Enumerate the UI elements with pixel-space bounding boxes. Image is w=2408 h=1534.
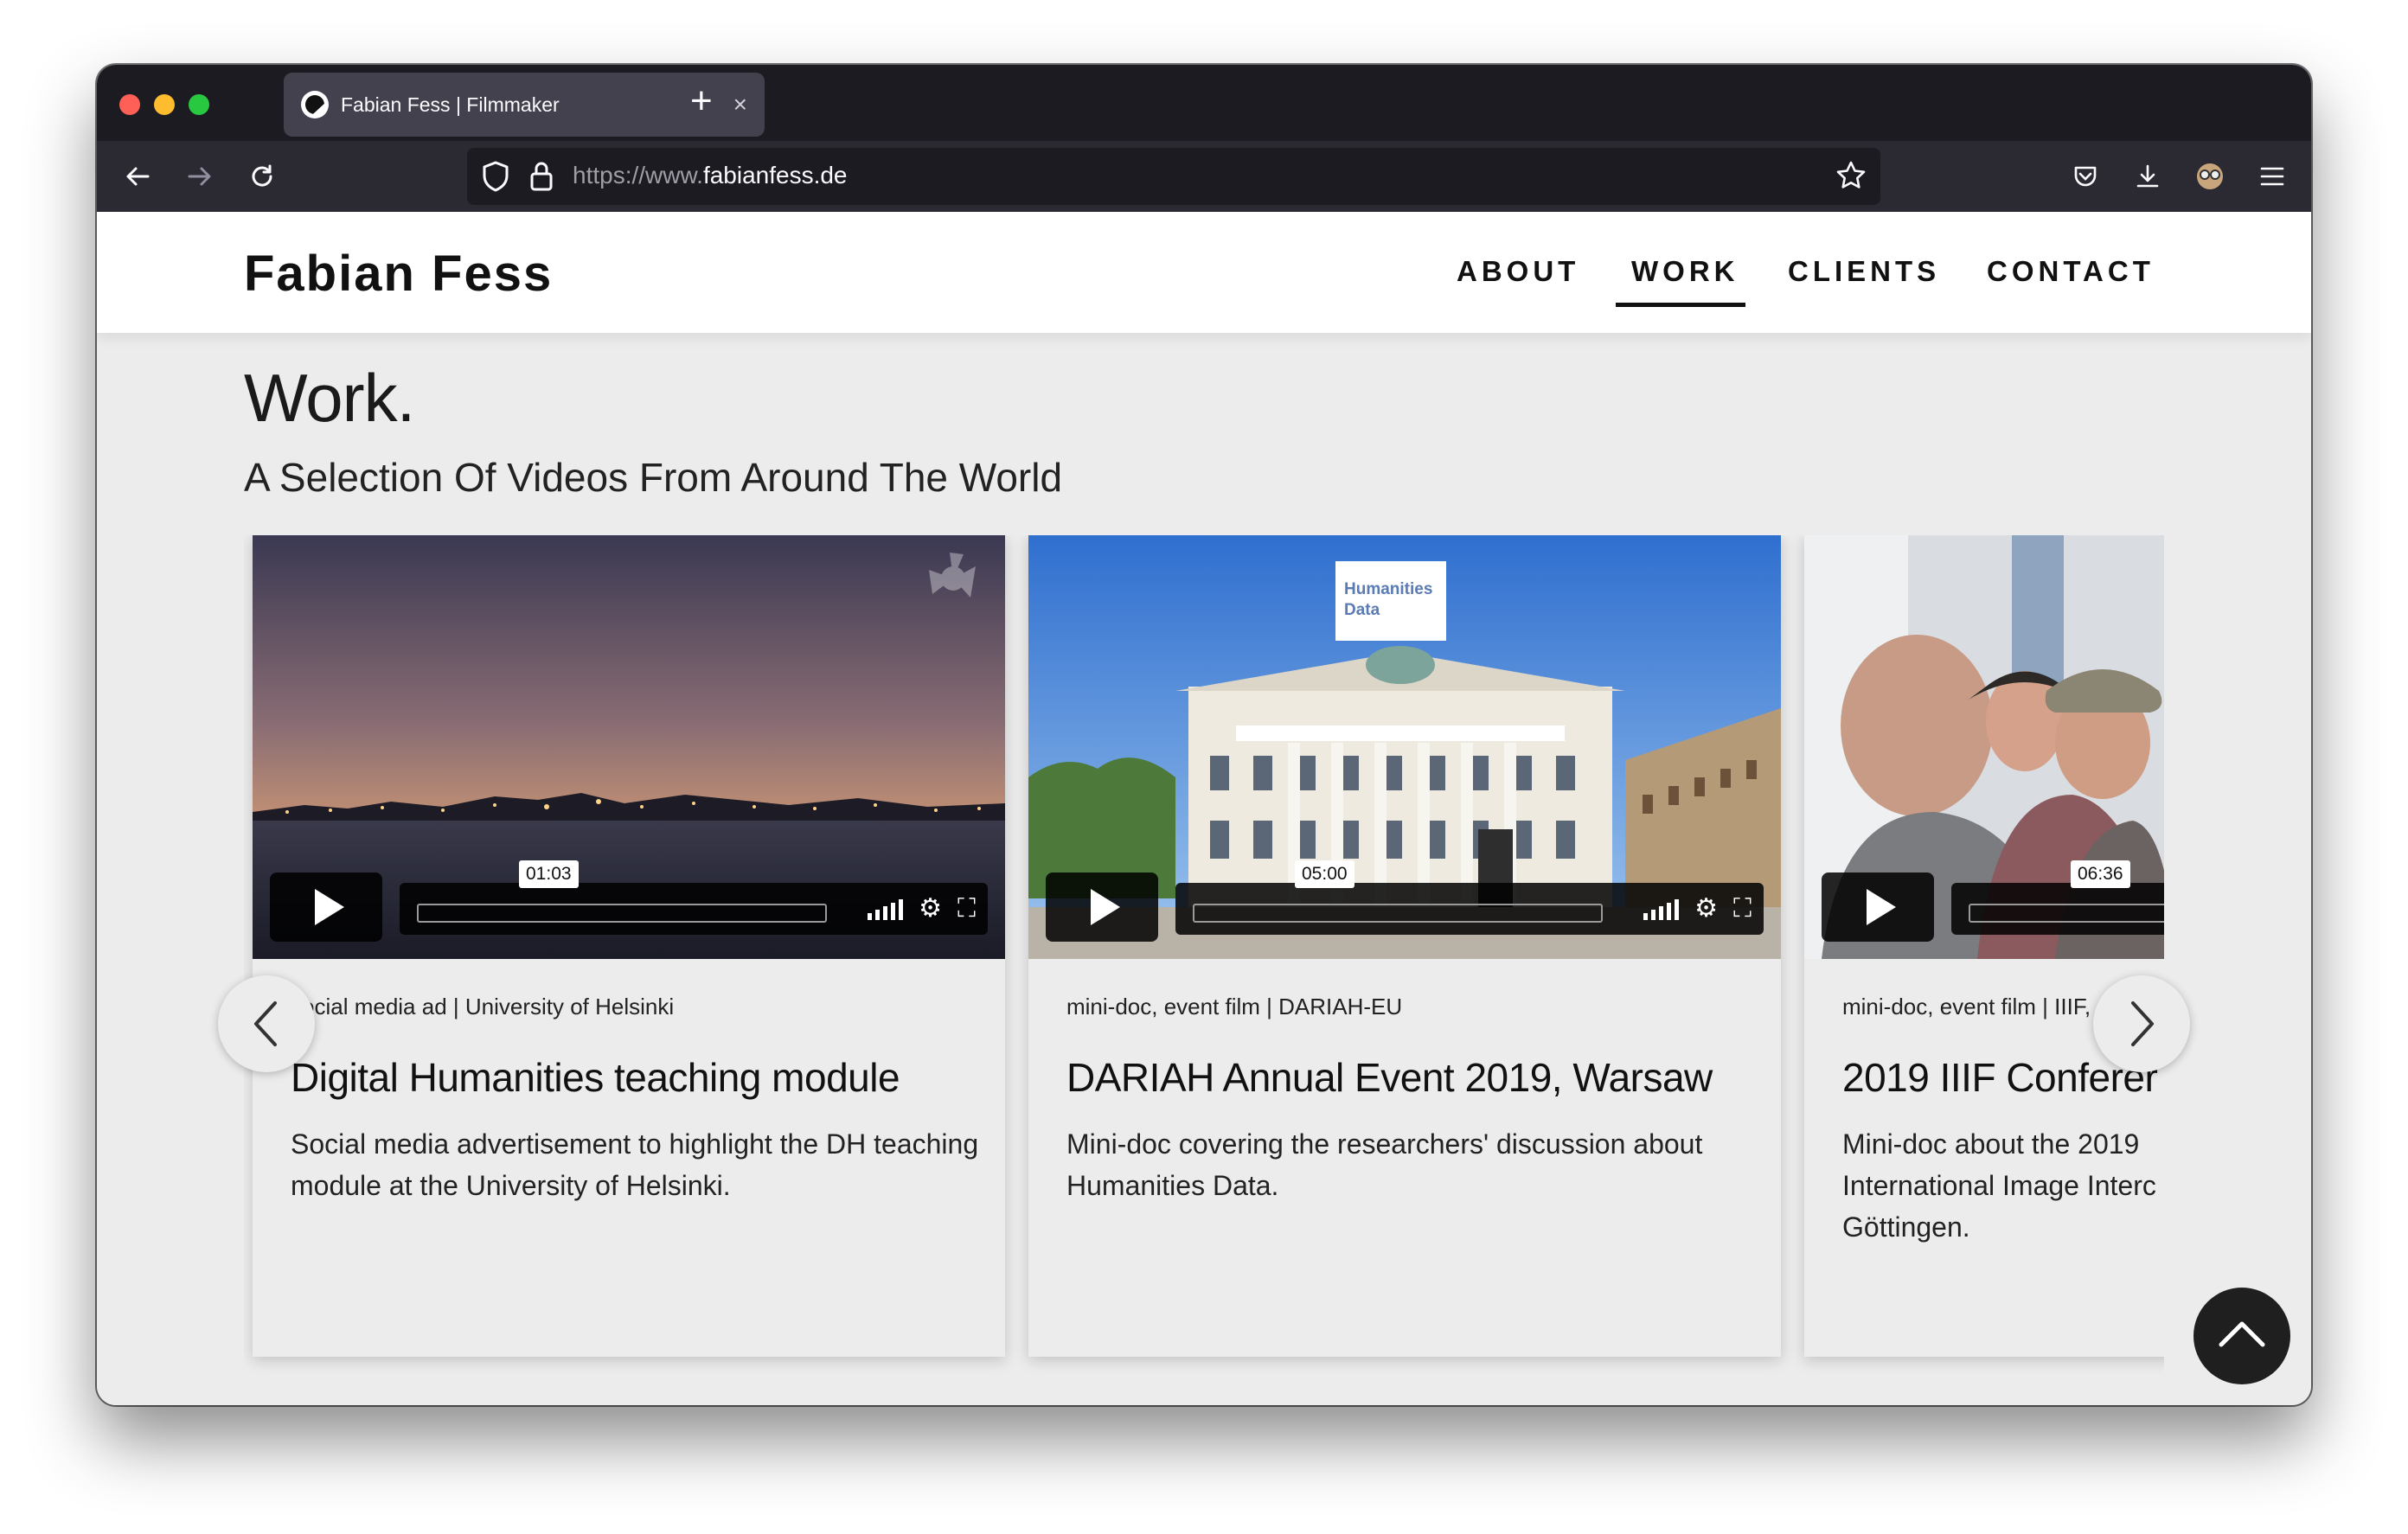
video-thumbnail[interactable]: Humanities Data 05:00 ⚙ ⛶: [1028, 535, 1781, 959]
video-duration: 01:03: [519, 860, 579, 888]
page-content: Fabian Fess ABOUT WORK CLIENTS CONTACT W…: [97, 212, 2311, 1405]
back-arrow-icon[interactable]: [119, 158, 156, 195]
play-button[interactable]: [270, 872, 382, 942]
forward-arrow-icon[interactable]: [182, 158, 218, 195]
card-title[interactable]: DARIAH Annual Event 2019, Warsaw: [1066, 1054, 1713, 1101]
chevron-left-icon: [254, 1001, 277, 1046]
video-player-controls: 01:03 ⚙ ⛶: [270, 860, 988, 942]
site-logo[interactable]: Fabian Fess: [244, 245, 553, 303]
chevron-right-icon: [2131, 1001, 2154, 1046]
video-card: 06:36 mini-doc, event film | IIIF, CLIR,…: [1804, 535, 2164, 1357]
lock-icon[interactable]: [529, 160, 554, 197]
minimize-window-button[interactable]: [154, 94, 175, 115]
nav-active-indicator: [1616, 303, 1745, 307]
video-player-controls: 06:36: [1822, 860, 2164, 942]
control-bar: 05:00 ⚙ ⛶: [1175, 860, 1764, 935]
tab-strip: Fabian Fess | Filmmaker × +: [97, 65, 2311, 141]
page-subtitle: A Selection Of Videos From Around The Wo…: [244, 455, 1063, 500]
card-description: Social media advertisement to highlight …: [291, 1128, 979, 1201]
video-carousel: 01:03 ⚙ ⛶ social media ad | University o…: [244, 535, 2164, 1405]
card-tags: social media ad | University of Helsinki: [291, 994, 675, 1019]
card-title[interactable]: Digital Humanities teaching module: [291, 1054, 900, 1101]
pocket-icon[interactable]: [2067, 158, 2104, 195]
settings-gear-icon[interactable]: ⚙: [919, 893, 942, 924]
card-description: Mini-doc covering the researchers' discu…: [1066, 1128, 1703, 1201]
video-card: Humanities Data 05:00 ⚙ ⛶ mini-doc, even…: [1028, 535, 1781, 1357]
settings-gear-icon[interactable]: ⚙: [1694, 893, 1718, 924]
nav-contact[interactable]: CONTACT: [1987, 255, 2155, 288]
navigation-toolbar: https://www.fabianfess.de: [97, 141, 2311, 212]
browser-window: Fabian Fess | Filmmaker × + https://www.…: [97, 65, 2311, 1405]
downloads-icon[interactable]: [2129, 158, 2166, 195]
menu-hamburger-icon[interactable]: [2254, 158, 2290, 195]
site-header: Fabian Fess ABOUT WORK CLIENTS CONTACT: [97, 212, 2311, 333]
page-title: Work.: [244, 360, 415, 436]
card-tags: mini-doc, event film | DARIAH-EU: [1066, 994, 1403, 1019]
url-bar[interactable]: https://www.fabianfess.de: [467, 148, 1880, 205]
new-tab-button[interactable]: +: [690, 82, 713, 120]
video-card: 01:03 ⚙ ⛶ social media ad | University o…: [253, 535, 1005, 1357]
volume-icon[interactable]: [1643, 898, 1680, 920]
video-player-controls: 05:00 ⚙ ⛶: [1046, 860, 1764, 942]
tab-title: Fabian Fess | Filmmaker: [341, 93, 560, 116]
fullscreen-icon[interactable]: ⛶: [1733, 894, 1752, 924]
nav-work[interactable]: WORK: [1631, 255, 1739, 288]
video-progress-bar[interactable]: [1193, 904, 1603, 923]
bookmark-star-icon[interactable]: [1835, 160, 1867, 195]
volume-icon[interactable]: [868, 898, 904, 920]
account-avatar-icon[interactable]: [2192, 158, 2228, 195]
url-domain: fabianfess.de: [702, 162, 848, 189]
close-tab-icon[interactable]: ×: [733, 93, 747, 117]
url-text[interactable]: https://www.fabianfess.de: [573, 162, 848, 189]
video-thumbnail[interactable]: 06:36: [1804, 535, 2164, 959]
url-prefix: https://www.: [573, 162, 703, 189]
carousel-next-button[interactable]: [2093, 975, 2190, 1072]
control-bar: 01:03 ⚙ ⛶: [400, 860, 988, 935]
video-duration: 05:00: [1295, 860, 1354, 888]
fullscreen-icon[interactable]: ⛶: [957, 894, 976, 924]
nav-clients[interactable]: CLIENTS: [1788, 255, 1940, 288]
control-bar: 06:36: [1951, 860, 2164, 935]
shield-icon[interactable]: [481, 160, 510, 197]
video-duration: 06:36: [2071, 860, 2130, 888]
video-progress-bar[interactable]: [417, 904, 827, 923]
reload-icon[interactable]: [244, 158, 280, 195]
chevron-up-icon: [2219, 1321, 2265, 1347]
maximize-window-button[interactable]: [189, 94, 209, 115]
play-button[interactable]: [1046, 872, 1158, 942]
card-description: Mini-doc about the 2019 International Im…: [1842, 1128, 2156, 1243]
play-button[interactable]: [1822, 872, 1934, 942]
video-progress-bar[interactable]: [1969, 904, 2164, 923]
carousel-prev-button[interactable]: [218, 975, 315, 1072]
video-thumbnail[interactable]: 01:03 ⚙ ⛶: [253, 535, 1005, 959]
close-window-button[interactable]: [119, 94, 140, 115]
nav-about[interactable]: ABOUT: [1457, 255, 1579, 288]
site-favicon-icon: [301, 91, 329, 118]
scroll-to-top-button[interactable]: [2193, 1288, 2290, 1384]
